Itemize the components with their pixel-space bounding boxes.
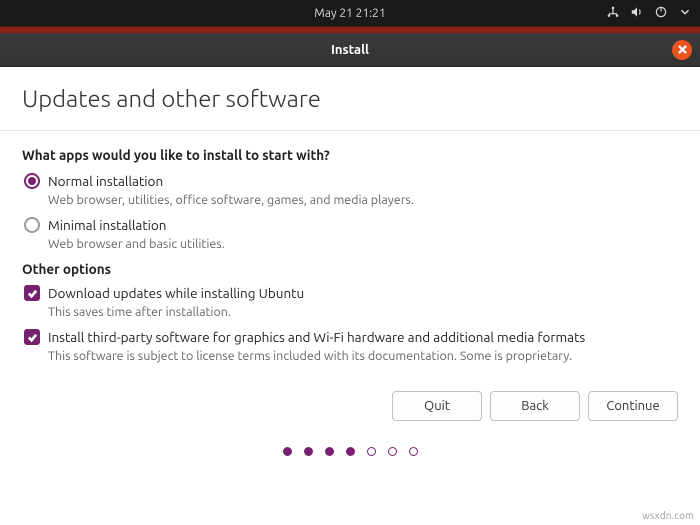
topbar-datetime: May 21 21:21 xyxy=(314,7,385,20)
install-question: What apps would you like to install to s… xyxy=(22,147,678,163)
page-heading: Updates and other software xyxy=(22,85,678,112)
radio-icon xyxy=(24,173,40,189)
chevron-down-icon[interactable] xyxy=(678,5,692,22)
progress-dot xyxy=(283,447,292,456)
other-options-heading: Other options xyxy=(22,261,678,277)
checkbox-updates-desc: This saves time after installation. xyxy=(48,305,678,319)
progress-dot xyxy=(367,447,376,456)
power-icon[interactable] xyxy=(654,5,668,22)
watermark: wsxdn.com xyxy=(642,510,694,521)
checkbox-icon xyxy=(24,329,40,345)
separator xyxy=(0,130,700,131)
progress-dots xyxy=(0,447,700,456)
checkbox-thirdparty-desc: This software is subject to license term… xyxy=(48,349,678,363)
progress-dot xyxy=(346,447,355,456)
progress-dot xyxy=(388,447,397,456)
close-button[interactable] xyxy=(672,40,692,60)
checkbox-label: Install third-party software for graphic… xyxy=(48,329,585,345)
installer-content: Updates and other software What apps wou… xyxy=(0,67,700,383)
progress-dot xyxy=(304,447,313,456)
topbar-indicators xyxy=(606,0,692,26)
progress-dot xyxy=(325,447,334,456)
radio-minimal-installation[interactable]: Minimal installation xyxy=(24,217,678,233)
system-topbar: May 21 21:21 xyxy=(0,0,700,26)
network-icon[interactable] xyxy=(606,5,620,22)
accent-strip xyxy=(0,26,700,33)
checkbox-download-updates[interactable]: Download updates while installing Ubuntu xyxy=(24,285,678,301)
radio-label: Normal installation xyxy=(48,173,163,189)
checkbox-label: Download updates while installing Ubuntu xyxy=(48,285,304,301)
volume-icon[interactable] xyxy=(630,5,644,22)
radio-icon xyxy=(24,217,40,233)
radio-normal-installation[interactable]: Normal installation xyxy=(24,173,678,189)
radio-normal-desc: Web browser, utilities, office software,… xyxy=(48,193,678,207)
window-title: Install xyxy=(331,43,369,57)
radio-label: Minimal installation xyxy=(48,217,167,233)
checkbox-third-party[interactable]: Install third-party software for graphic… xyxy=(24,329,678,345)
progress-dot xyxy=(409,447,418,456)
close-icon xyxy=(678,45,687,54)
continue-button[interactable]: Continue xyxy=(588,391,678,421)
quit-button[interactable]: Quit xyxy=(392,391,482,421)
button-bar: Quit Back Continue xyxy=(0,383,700,421)
checkbox-icon xyxy=(24,285,40,301)
back-button[interactable]: Back xyxy=(490,391,580,421)
window-titlebar: Install xyxy=(0,33,700,67)
radio-minimal-desc: Web browser and basic utilities. xyxy=(48,237,678,251)
